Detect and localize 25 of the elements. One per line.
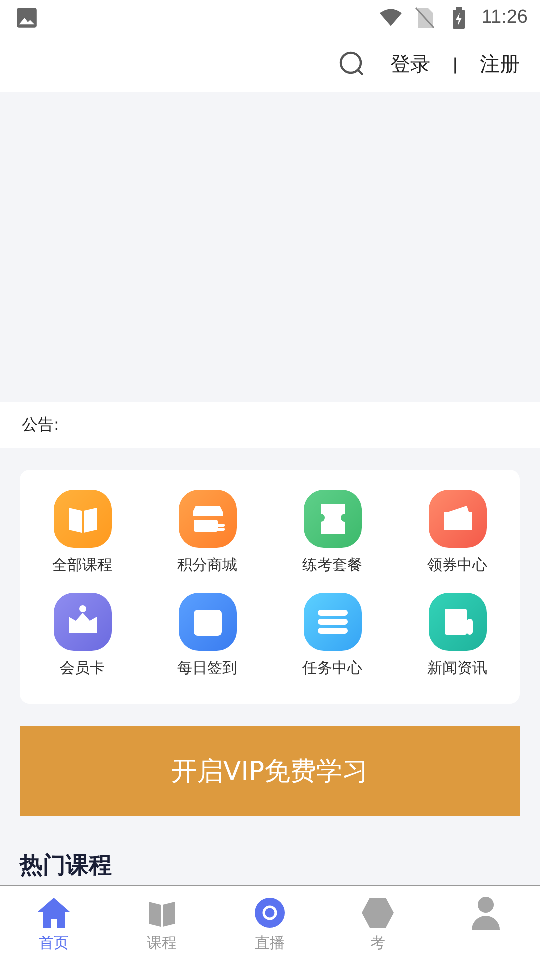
shortcut-label[interactable]: 练考套餐 bbox=[302, 556, 362, 575]
section-title: 热门课程 bbox=[20, 852, 113, 881]
shortcut-label[interactable]: 积分商城 bbox=[178, 556, 238, 575]
notice-label: 公告: bbox=[22, 414, 60, 436]
badge-icon bbox=[360, 896, 396, 930]
nav-tab[interactable]: 首页 bbox=[0, 886, 108, 960]
shortcut-label[interactable]: 每日签到 bbox=[178, 659, 238, 678]
image-icon bbox=[16, 7, 38, 29]
shortcut-label[interactable]: 任务中心 bbox=[302, 659, 362, 678]
ticket-icon[interactable] bbox=[304, 490, 362, 548]
login-link[interactable]: 登录 bbox=[390, 50, 431, 78]
wifi-icon bbox=[380, 7, 402, 29]
search-icon[interactable] bbox=[338, 51, 365, 77]
shortcut-label[interactable]: 全部课程 bbox=[52, 556, 112, 575]
clock-time: 11:26 bbox=[482, 7, 528, 29]
register-link[interactable]: 注册 bbox=[480, 50, 520, 78]
list-icon[interactable] bbox=[304, 593, 362, 651]
shortcut-label[interactable]: 新闻资讯 bbox=[428, 659, 488, 678]
separator: | bbox=[452, 54, 458, 74]
shortcut-label[interactable]: 领券中心 bbox=[428, 556, 488, 575]
crown-icon[interactable] bbox=[54, 593, 112, 651]
book-icon[interactable] bbox=[54, 490, 112, 548]
no-sim-icon bbox=[414, 7, 436, 29]
shortcut-label[interactable]: 会员卡 bbox=[60, 659, 105, 678]
home-icon bbox=[36, 896, 72, 930]
